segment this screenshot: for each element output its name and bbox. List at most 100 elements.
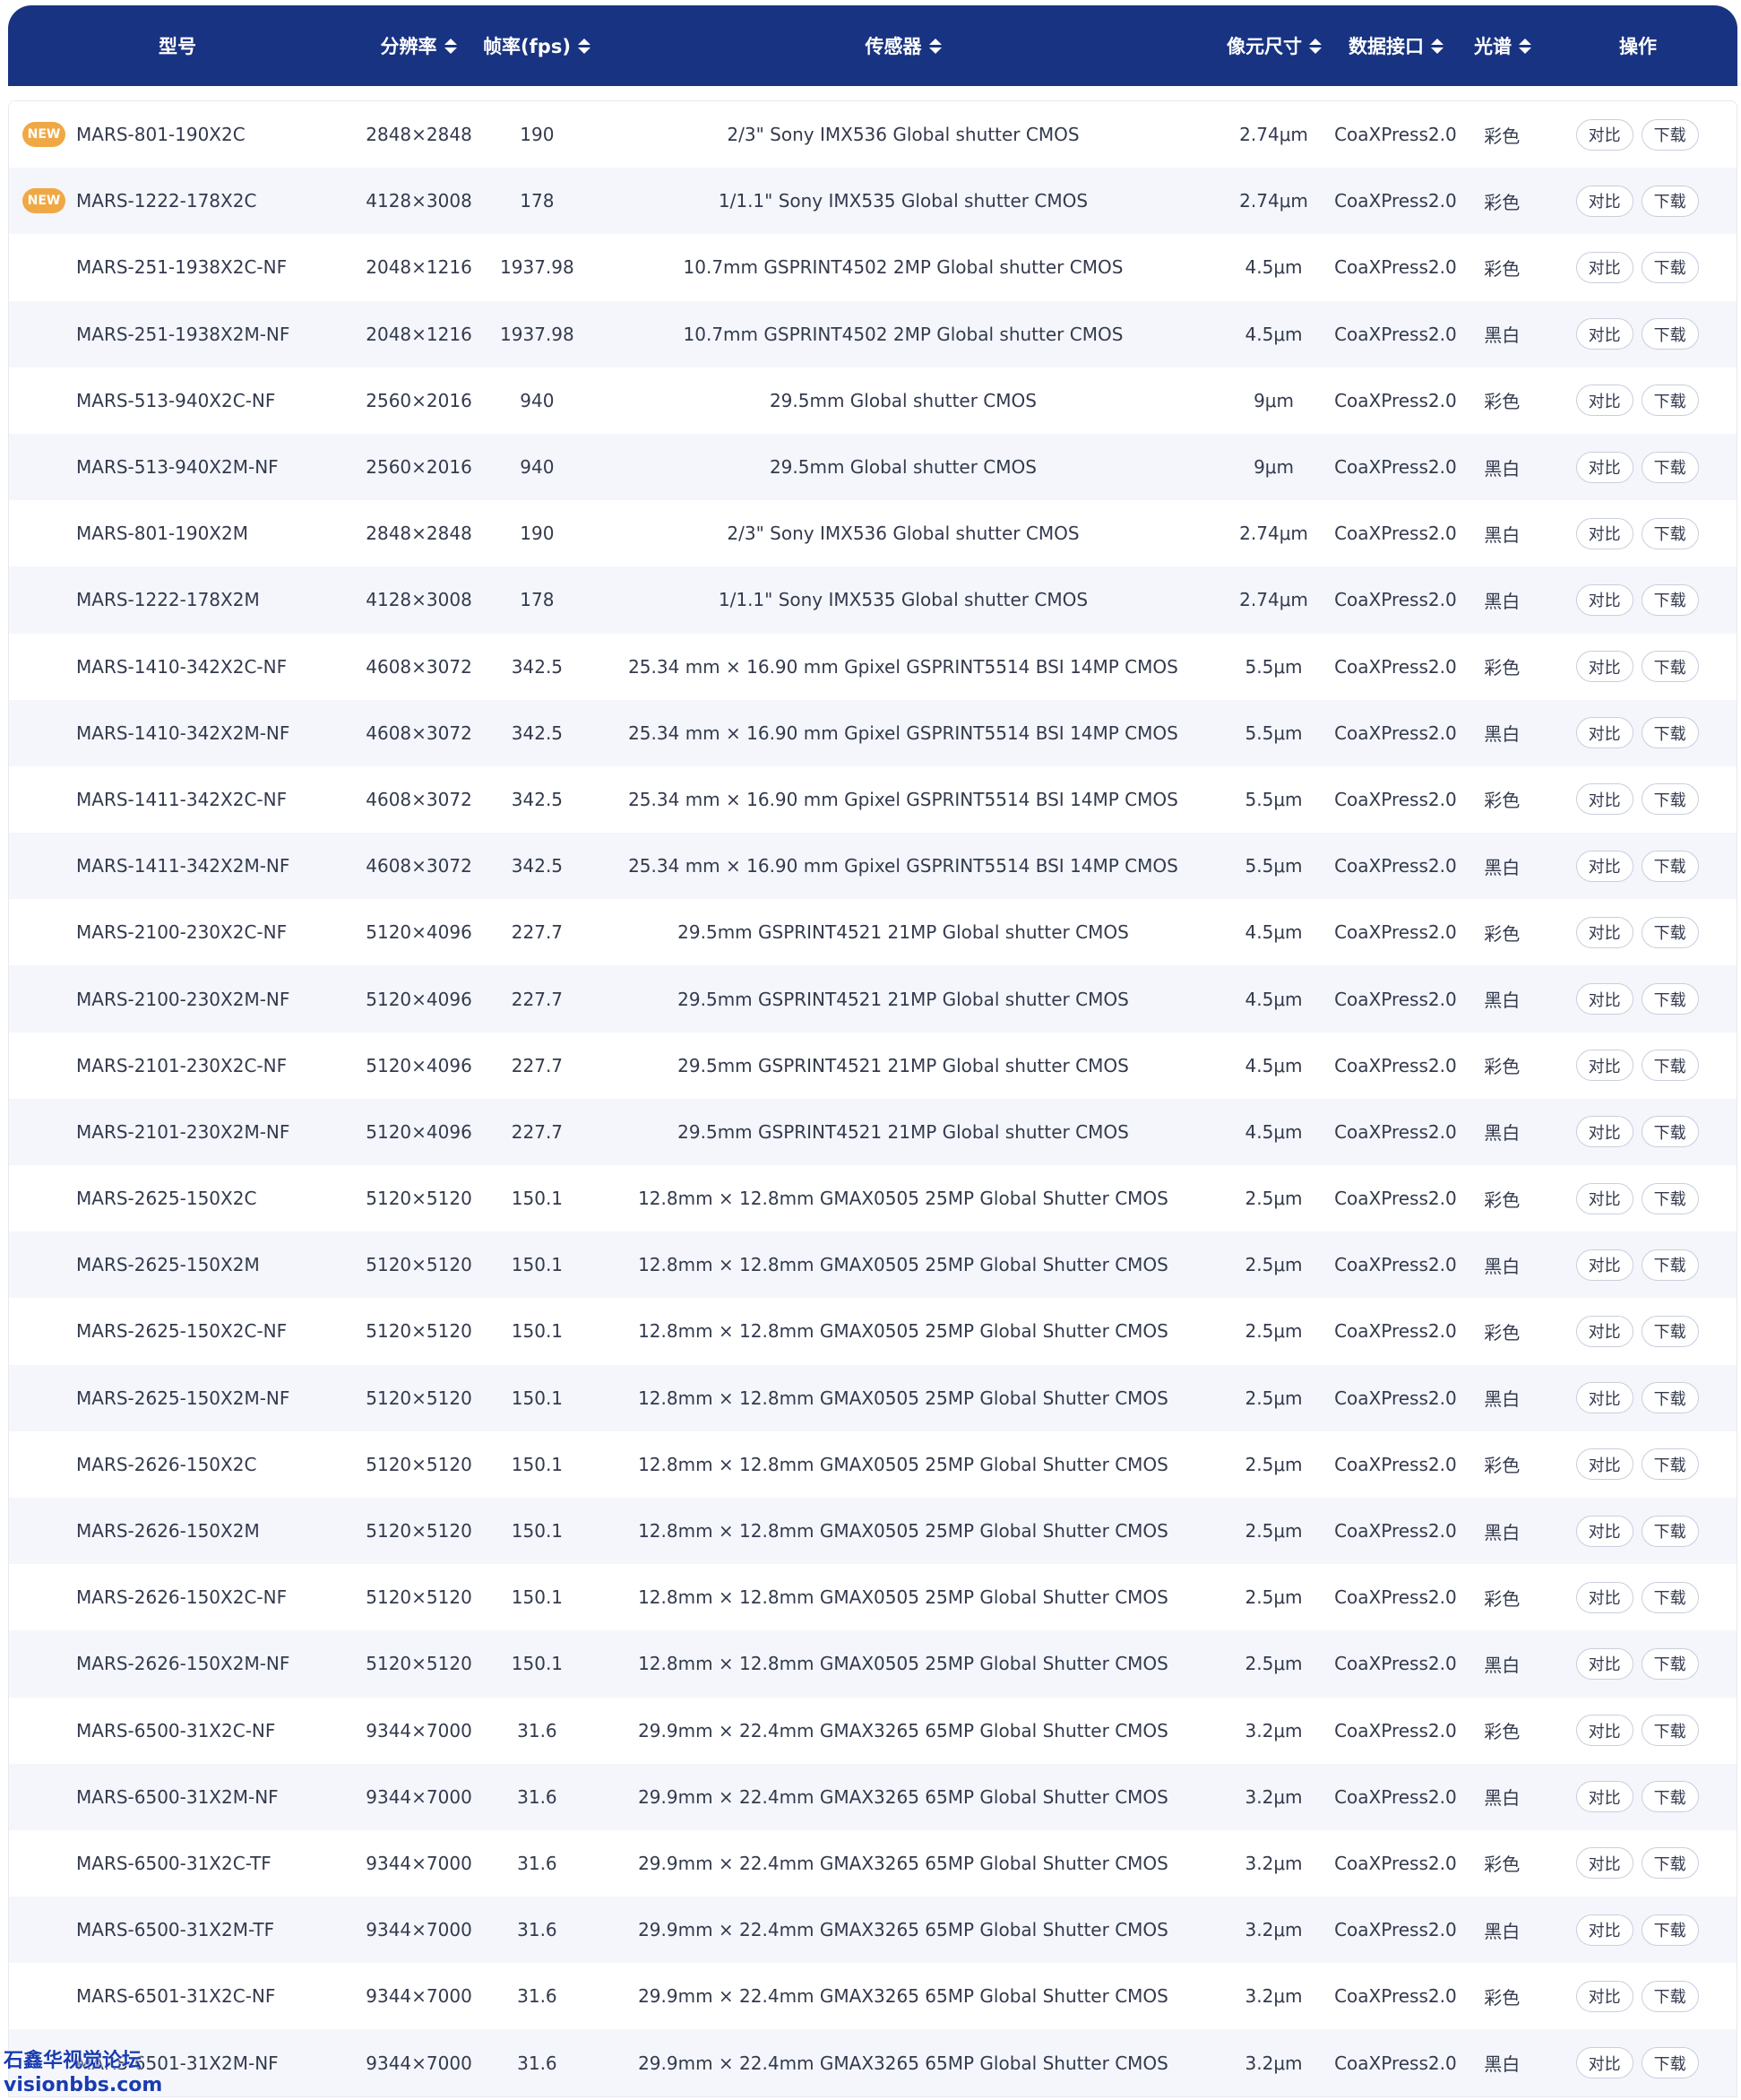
- download-button[interactable]: 下载: [1641, 850, 1699, 882]
- model-name[interactable]: MARS-1411-342X2C-NF: [76, 789, 287, 810]
- compare-button[interactable]: 对比: [1575, 1781, 1633, 1813]
- model-name[interactable]: MARS-1222-178X2C: [76, 190, 256, 212]
- compare-button[interactable]: 对比: [1575, 185, 1633, 217]
- compare-button[interactable]: 对比: [1575, 118, 1633, 151]
- compare-button[interactable]: 对比: [1575, 251, 1633, 283]
- sort-icon[interactable]: [1431, 38, 1444, 54]
- compare-button[interactable]: 对比: [1575, 1581, 1633, 1613]
- model-name[interactable]: MARS-1410-342X2C-NF: [76, 656, 287, 678]
- compare-button[interactable]: 对比: [1575, 1050, 1633, 1082]
- download-button[interactable]: 下载: [1641, 1515, 1699, 1547]
- compare-button[interactable]: 对比: [1575, 318, 1633, 350]
- model-name[interactable]: MARS-1222-178X2M: [76, 589, 260, 610]
- model-name[interactable]: MARS-2626-150X2C: [76, 1454, 256, 1475]
- sort-icon[interactable]: [928, 38, 942, 54]
- compare-button[interactable]: 对比: [1575, 583, 1633, 616]
- download-button[interactable]: 下载: [1641, 983, 1699, 1015]
- header-pixel-size[interactable]: 像元尺寸: [1223, 5, 1325, 86]
- compare-button[interactable]: 对比: [1575, 783, 1633, 816]
- compare-button[interactable]: 对比: [1575, 1980, 1633, 2012]
- compare-button[interactable]: 对比: [1575, 1116, 1633, 1148]
- compare-button[interactable]: 对比: [1575, 451, 1633, 483]
- model-name[interactable]: MARS-251-1938X2C-NF: [76, 256, 287, 278]
- header-fps[interactable]: 帧率(fps): [483, 5, 590, 86]
- download-button[interactable]: 下载: [1641, 451, 1699, 483]
- download-button[interactable]: 下载: [1641, 1448, 1699, 1481]
- header-interface[interactable]: 数据接口: [1325, 5, 1467, 86]
- download-button[interactable]: 下载: [1641, 517, 1699, 549]
- download-button[interactable]: 下载: [1641, 185, 1699, 217]
- model-name[interactable]: MARS-2626-150X2M: [76, 1520, 260, 1542]
- download-button[interactable]: 下载: [1641, 1647, 1699, 1680]
- download-button[interactable]: 下载: [1641, 1980, 1699, 2012]
- download-button[interactable]: 下载: [1641, 1050, 1699, 1082]
- model-name[interactable]: MARS-513-940X2C-NF: [76, 390, 275, 411]
- download-button[interactable]: 下载: [1641, 385, 1699, 417]
- sort-icon[interactable]: [1519, 38, 1531, 54]
- download-button[interactable]: 下载: [1641, 651, 1699, 683]
- download-button[interactable]: 下载: [1641, 1581, 1699, 1613]
- download-button[interactable]: 下载: [1641, 118, 1699, 151]
- model-name[interactable]: MARS-6501-31X2C-NF: [76, 1985, 275, 2007]
- download-button[interactable]: 下载: [1641, 1847, 1699, 1880]
- download-button[interactable]: 下载: [1641, 251, 1699, 283]
- compare-button[interactable]: 对比: [1575, 1249, 1633, 1281]
- model-name[interactable]: MARS-6500-31X2M-NF: [76, 1786, 279, 1808]
- download-button[interactable]: 下载: [1641, 1249, 1699, 1281]
- download-button[interactable]: 下载: [1641, 1182, 1699, 1214]
- download-button[interactable]: 下载: [1641, 1781, 1699, 1813]
- sort-icon[interactable]: [1309, 38, 1322, 54]
- model-name[interactable]: MARS-2100-230X2C-NF: [76, 921, 287, 943]
- compare-button[interactable]: 对比: [1575, 1647, 1633, 1680]
- download-button[interactable]: 下载: [1641, 1116, 1699, 1148]
- compare-button[interactable]: 对比: [1575, 916, 1633, 948]
- compare-button[interactable]: 对比: [1575, 651, 1633, 683]
- compare-button[interactable]: 对比: [1575, 385, 1633, 417]
- download-button[interactable]: 下载: [1641, 583, 1699, 616]
- sort-icon[interactable]: [444, 38, 457, 54]
- model-name[interactable]: MARS-2626-150X2M-NF: [76, 1653, 289, 1674]
- model-name[interactable]: MARS-2625-150X2C-NF: [76, 1320, 287, 1342]
- compare-button[interactable]: 对比: [1575, 517, 1633, 549]
- compare-button[interactable]: 对比: [1575, 1315, 1633, 1347]
- download-button[interactable]: 下载: [1641, 916, 1699, 948]
- compare-button[interactable]: 对比: [1575, 1448, 1633, 1481]
- compare-button[interactable]: 对比: [1575, 1182, 1633, 1214]
- compare-button[interactable]: 对比: [1575, 983, 1633, 1015]
- model-name[interactable]: MARS-2100-230X2M-NF: [76, 989, 289, 1010]
- model-name[interactable]: MARS-2625-150X2M-NF: [76, 1387, 289, 1409]
- download-button[interactable]: 下载: [1641, 2047, 1699, 2079]
- compare-button[interactable]: 对比: [1575, 1715, 1633, 1747]
- download-button[interactable]: 下载: [1641, 717, 1699, 749]
- compare-button[interactable]: 对比: [1575, 2047, 1633, 2079]
- header-spectrum[interactable]: 光谱: [1467, 5, 1538, 86]
- model-name[interactable]: MARS-2626-150X2C-NF: [76, 1586, 287, 1608]
- download-button[interactable]: 下载: [1641, 783, 1699, 816]
- model-name[interactable]: MARS-1410-342X2M-NF: [76, 722, 289, 744]
- model-name[interactable]: MARS-2101-230X2M-NF: [76, 1121, 289, 1143]
- model-name[interactable]: MARS-6500-31X2C-TF: [76, 1853, 271, 1874]
- model-name[interactable]: MARS-801-190X2C: [76, 124, 246, 145]
- download-button[interactable]: 下载: [1641, 1715, 1699, 1747]
- download-button[interactable]: 下载: [1641, 1315, 1699, 1347]
- model-name[interactable]: MARS-2101-230X2C-NF: [76, 1055, 287, 1076]
- compare-button[interactable]: 对比: [1575, 1382, 1633, 1414]
- compare-button[interactable]: 对比: [1575, 717, 1633, 749]
- compare-button[interactable]: 对比: [1575, 850, 1633, 882]
- compare-button[interactable]: 对比: [1575, 1914, 1633, 1946]
- model-name[interactable]: MARS-513-940X2M-NF: [76, 456, 279, 478]
- model-name[interactable]: MARS-801-190X2M: [76, 523, 248, 544]
- model-name[interactable]: MARS-251-1938X2M-NF: [76, 324, 289, 345]
- download-button[interactable]: 下载: [1641, 318, 1699, 350]
- model-name[interactable]: MARS-6500-31X2M-TF: [76, 1919, 274, 1940]
- header-sensor[interactable]: 传感器: [583, 5, 1223, 86]
- model-name[interactable]: MARS-6500-31X2C-NF: [76, 1720, 275, 1741]
- model-name[interactable]: MARS-2625-150X2C: [76, 1188, 256, 1209]
- compare-button[interactable]: 对比: [1575, 1515, 1633, 1547]
- download-button[interactable]: 下载: [1641, 1914, 1699, 1946]
- model-name[interactable]: MARS-1411-342X2M-NF: [76, 855, 289, 877]
- model-name[interactable]: MARS-2625-150X2M: [76, 1254, 260, 1275]
- compare-button[interactable]: 对比: [1575, 1847, 1633, 1880]
- download-button[interactable]: 下载: [1641, 1382, 1699, 1414]
- header-resolution[interactable]: 分辨率: [347, 5, 490, 86]
